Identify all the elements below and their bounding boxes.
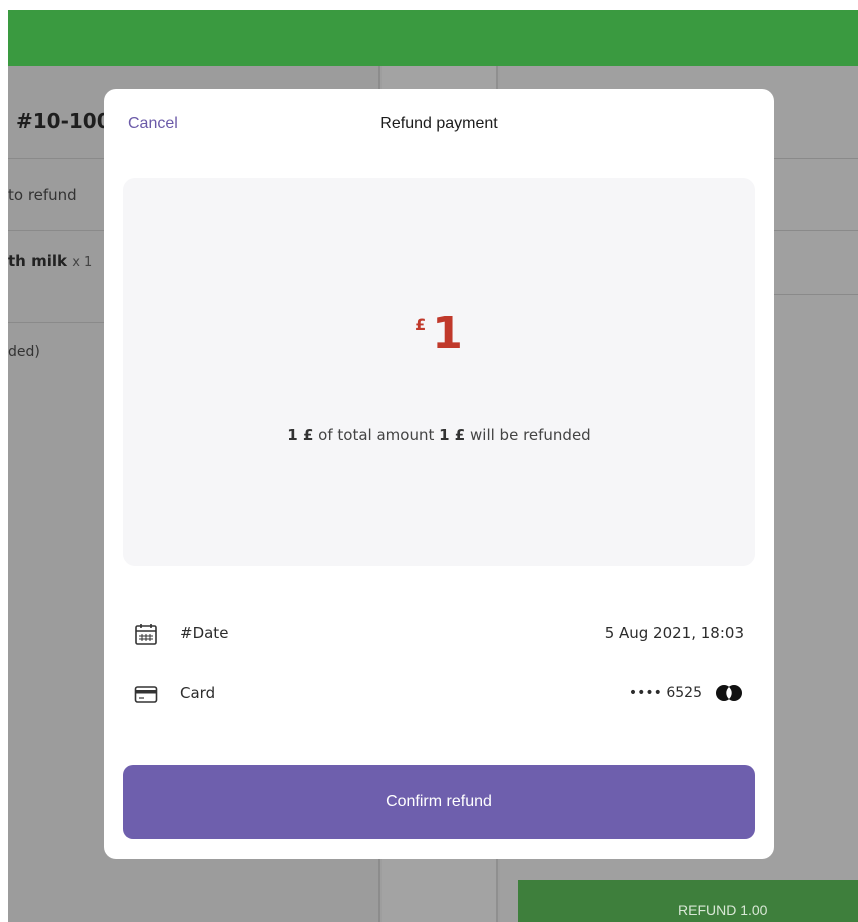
item-name: th milk (8, 252, 67, 270)
currency-symbol: £ (415, 315, 427, 334)
refund-button[interactable]: REFUND 1.00 (518, 880, 858, 922)
refund-amount-text: 1 £ (287, 426, 314, 444)
to-refund-label: to refund (8, 186, 77, 204)
refund-status-text: ded) (8, 344, 40, 360)
amount-value: 1 (432, 308, 463, 359)
refund-button-label: REFUND 1.00 (678, 902, 768, 918)
card-row: Card •••• 6525 (134, 680, 744, 710)
masked-card-number: •••• 6525 (628, 685, 702, 701)
card-value: •••• 6525 (629, 684, 744, 702)
credit-card-icon (134, 686, 158, 703)
description-middle: of total amount (318, 426, 435, 444)
confirm-refund-button[interactable]: Confirm refund (123, 765, 755, 839)
date-label: #Date (180, 624, 229, 642)
refund-amount-panel: £1 1 £ of total amount 1 £ will be refun… (123, 178, 755, 566)
calendar-icon (135, 624, 157, 645)
order-number: #10-100 (16, 109, 111, 133)
app-header-bar (8, 10, 858, 66)
order-item[interactable]: th milk x 1 (8, 252, 92, 270)
refund-payment-modal: Cancel Refund payment £1 1 £ of total am… (104, 89, 774, 859)
date-row: #Date 5 Aug 2021, 18:03 (134, 620, 744, 650)
total-amount-text: 1 £ (439, 426, 466, 444)
mastercard-icon (716, 685, 742, 701)
date-value: 5 Aug 2021, 18:03 (604, 624, 744, 642)
modal-title: Refund payment (380, 115, 498, 132)
refund-amount: £1 (123, 308, 755, 359)
refund-description: 1 £ of total amount 1 £ will be refunded (123, 426, 755, 444)
description-suffix: will be refunded (470, 426, 591, 444)
card-label: Card (180, 684, 216, 702)
item-qty: x 1 (72, 255, 93, 270)
